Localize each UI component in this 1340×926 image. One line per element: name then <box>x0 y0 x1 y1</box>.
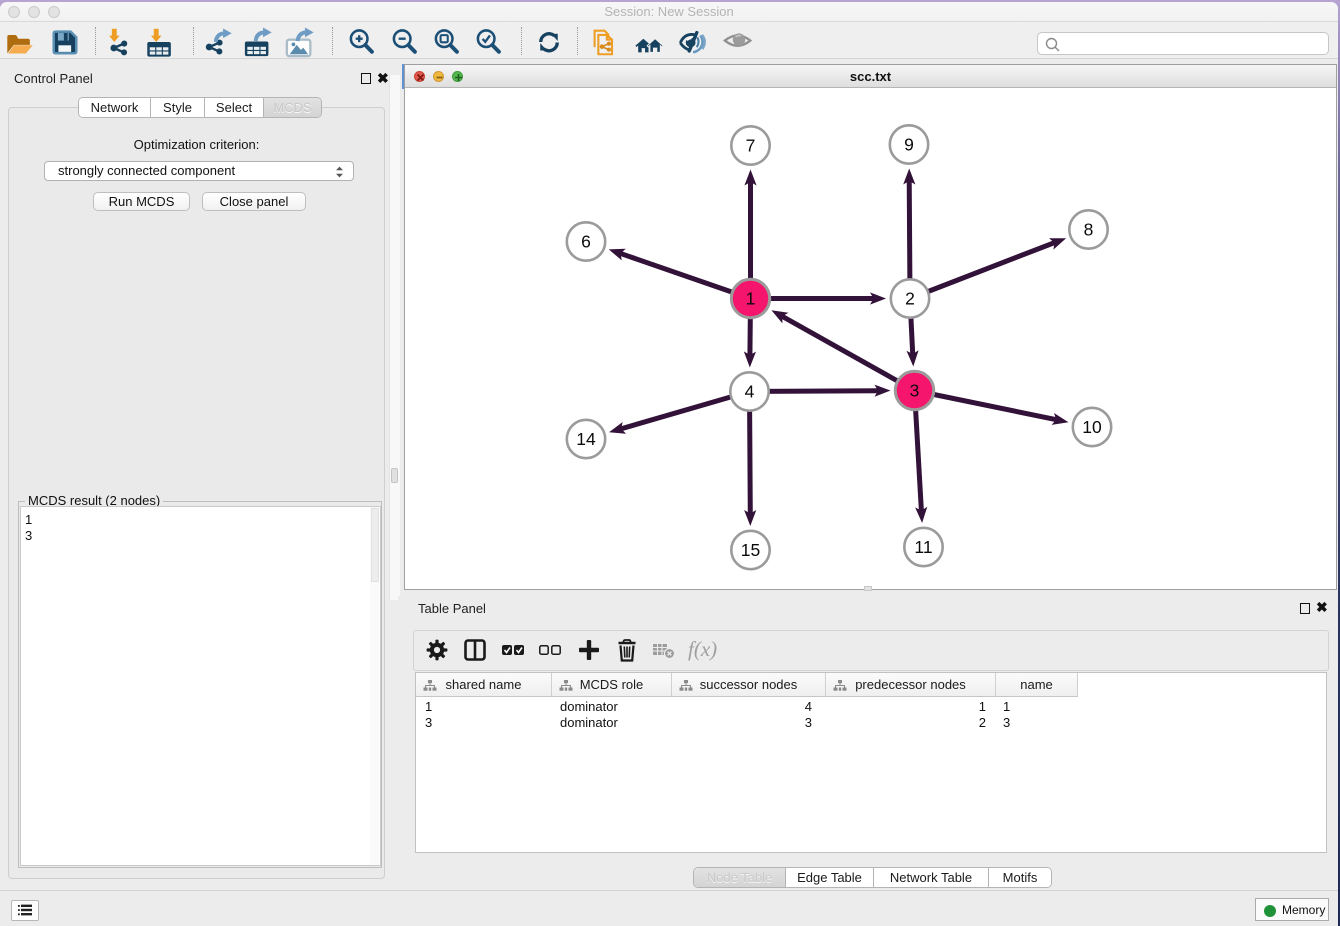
svg-text:11: 11 <box>914 537 932 557</box>
svg-text:4: 4 <box>745 382 755 402</box>
svg-text:f(x): f(x) <box>688 637 717 661</box>
svg-text:1: 1 <box>746 289 756 309</box>
svg-text:3: 3 <box>910 381 920 401</box>
svg-text:10: 10 <box>1082 417 1102 437</box>
svg-text:15: 15 <box>741 540 760 560</box>
svg-text:7: 7 <box>746 136 756 156</box>
svg-text:8: 8 <box>1084 220 1094 240</box>
svg-text:14: 14 <box>576 429 596 449</box>
svg-text:2: 2 <box>905 289 915 309</box>
svg-text:6: 6 <box>581 232 591 252</box>
svg-text:9: 9 <box>904 135 914 155</box>
